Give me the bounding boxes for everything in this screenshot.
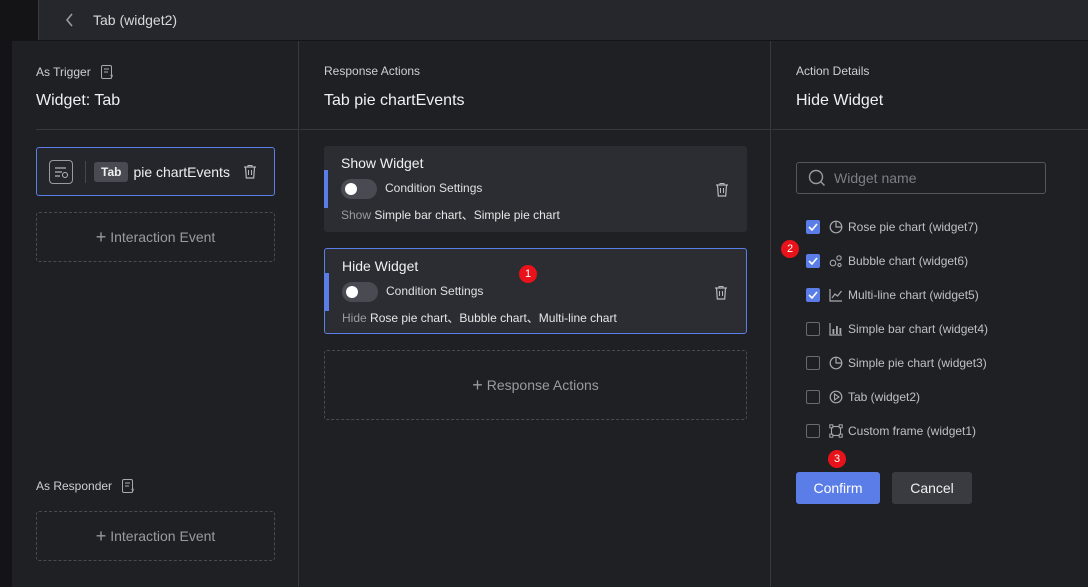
widget-search[interactable] <box>796 162 1046 194</box>
interaction-panel: As Trigger ? Widget: Tab Tab pie chartEv… <box>12 41 1088 587</box>
action-title: Show Widget <box>341 155 424 171</box>
pie-chart-icon <box>829 356 843 370</box>
action-details-column: Action Details Hide Widget Rose pie char… <box>772 41 1088 587</box>
responses-title: Tab pie chartEvents <box>324 92 465 109</box>
frame-icon <box>829 424 843 438</box>
plus-icon: + <box>472 374 483 395</box>
page-title: Tab (widget2) <box>93 12 178 28</box>
widget-item[interactable]: 2 Bubble chart (widget6) <box>781 240 1076 278</box>
plus-icon: + <box>95 226 107 247</box>
bubble-chart-icon <box>829 254 843 268</box>
widget-item[interactable]: Tab (widget2) <box>796 380 1076 414</box>
toggle-knob <box>346 286 358 298</box>
condition-label: Condition Settings <box>386 284 484 298</box>
divider <box>36 129 298 130</box>
trigger-column: As Trigger ? Widget: Tab Tab pie chartEv… <box>12 41 299 587</box>
action-targets: Simple bar chart、Simple pie chart <box>374 208 560 222</box>
checkbox[interactable] <box>806 356 820 370</box>
details-title: Hide Widget <box>796 92 884 109</box>
widget-item[interactable]: Simple pie chart (widget3) <box>796 346 1076 380</box>
step-marker-3: 3 <box>828 450 846 468</box>
action-description: Show Simple bar chart、Simple pie chart <box>341 206 560 223</box>
add-responder-event-button[interactable]: + Interaction Event <box>36 511 275 561</box>
action-title: Hide Widget <box>342 258 419 274</box>
widget-list: Rose pie chart (widget7) 2 Bubble chart … <box>781 210 1076 448</box>
checkbox[interactable] <box>806 322 820 336</box>
accent-bar <box>325 273 329 311</box>
checkbox[interactable] <box>806 254 820 268</box>
confirm-button[interactable]: Confirm <box>796 472 880 504</box>
plus-icon: + <box>95 525 107 546</box>
add-response-action-button[interactable]: + Response Actions <box>324 350 747 420</box>
trigger-event-card[interactable]: Tab pie chartEvents <box>36 147 275 196</box>
widget-item[interactable]: Multi-line chart (widget5) <box>796 278 1076 312</box>
search-input[interactable] <box>834 170 1034 186</box>
svg-text:?: ? <box>110 75 114 80</box>
toggle-knob <box>345 183 357 195</box>
trigger-section-label: As Trigger ? <box>36 64 115 80</box>
divider <box>772 129 1088 130</box>
action-verb: Hide <box>342 311 367 325</box>
svg-text:?: ? <box>131 489 135 494</box>
widget-label: Tab (widget2) <box>848 390 921 404</box>
cancel-button[interactable]: Cancel <box>892 472 972 504</box>
checkbox[interactable] <box>806 220 820 234</box>
doc-help-icon[interactable]: ? <box>99 64 115 80</box>
action-description: Hide Rose pie chart、Bubble chart、Multi-l… <box>342 309 617 326</box>
add-trigger-event-button[interactable]: + Interaction Event <box>36 212 275 262</box>
widget-item[interactable]: Simple bar chart (widget4) <box>796 312 1076 346</box>
action-card-hide-widget[interactable]: Hide Widget Condition Settings Hide Rose… <box>324 248 747 334</box>
widget-label: Multi-line chart (widget5) <box>848 288 979 302</box>
widget-label: Simple bar chart (widget4) <box>848 322 989 336</box>
separator <box>85 160 86 183</box>
widget-item[interactable]: Custom frame (widget1) <box>796 414 1076 448</box>
action-card-show-widget[interactable]: Show Widget Condition Settings Show Simp… <box>324 146 747 232</box>
trash-icon[interactable] <box>714 181 730 197</box>
accent-bar <box>324 170 328 208</box>
step-marker-2: 2 <box>781 240 799 258</box>
event-name: pie chartEvents <box>133 163 230 180</box>
tab-icon <box>829 390 843 404</box>
response-actions-column: Response Actions Tab pie chartEvents Sho… <box>300 41 771 587</box>
checkbox[interactable] <box>806 390 820 404</box>
bar-chart-icon <box>829 322 843 336</box>
action-verb: Show <box>341 208 372 222</box>
widget-item[interactable]: Rose pie chart (widget7) <box>796 210 1076 244</box>
widget-label: Rose pie chart (widget7) <box>848 220 979 234</box>
widget-label: Custom frame (widget1) <box>848 424 977 438</box>
responder-section-label: As Responder ? <box>36 478 136 494</box>
event-type-badge: Tab <box>94 161 129 182</box>
widget-label: Simple pie chart (widget3) <box>848 356 987 370</box>
details-section-label: Action Details <box>796 64 870 78</box>
condition-toggle[interactable] <box>341 179 377 199</box>
search-icon <box>808 169 826 187</box>
checkbox[interactable] <box>806 424 820 438</box>
condition-label: Condition Settings <box>385 181 483 195</box>
doc-help-icon[interactable]: ? <box>120 478 136 494</box>
widget-label: Bubble chart (widget6) <box>848 254 969 268</box>
condition-toggle[interactable] <box>342 282 378 302</box>
trigger-title: Widget: Tab <box>36 92 121 109</box>
step-marker-1: 1 <box>519 265 537 283</box>
top-bar: Tab (widget2) <box>38 0 1088 40</box>
trash-icon[interactable] <box>713 284 729 300</box>
divider <box>300 129 770 130</box>
line-chart-icon <box>829 288 843 302</box>
responses-section-label: Response Actions <box>324 64 421 78</box>
event-list-icon <box>49 159 73 184</box>
pie-chart-icon <box>829 220 843 234</box>
chevron-left-icon[interactable] <box>63 13 77 27</box>
action-targets: Rose pie chart、Bubble chart、Multi-line c… <box>370 311 617 325</box>
checkbox[interactable] <box>806 288 820 302</box>
trash-icon[interactable] <box>242 164 258 180</box>
